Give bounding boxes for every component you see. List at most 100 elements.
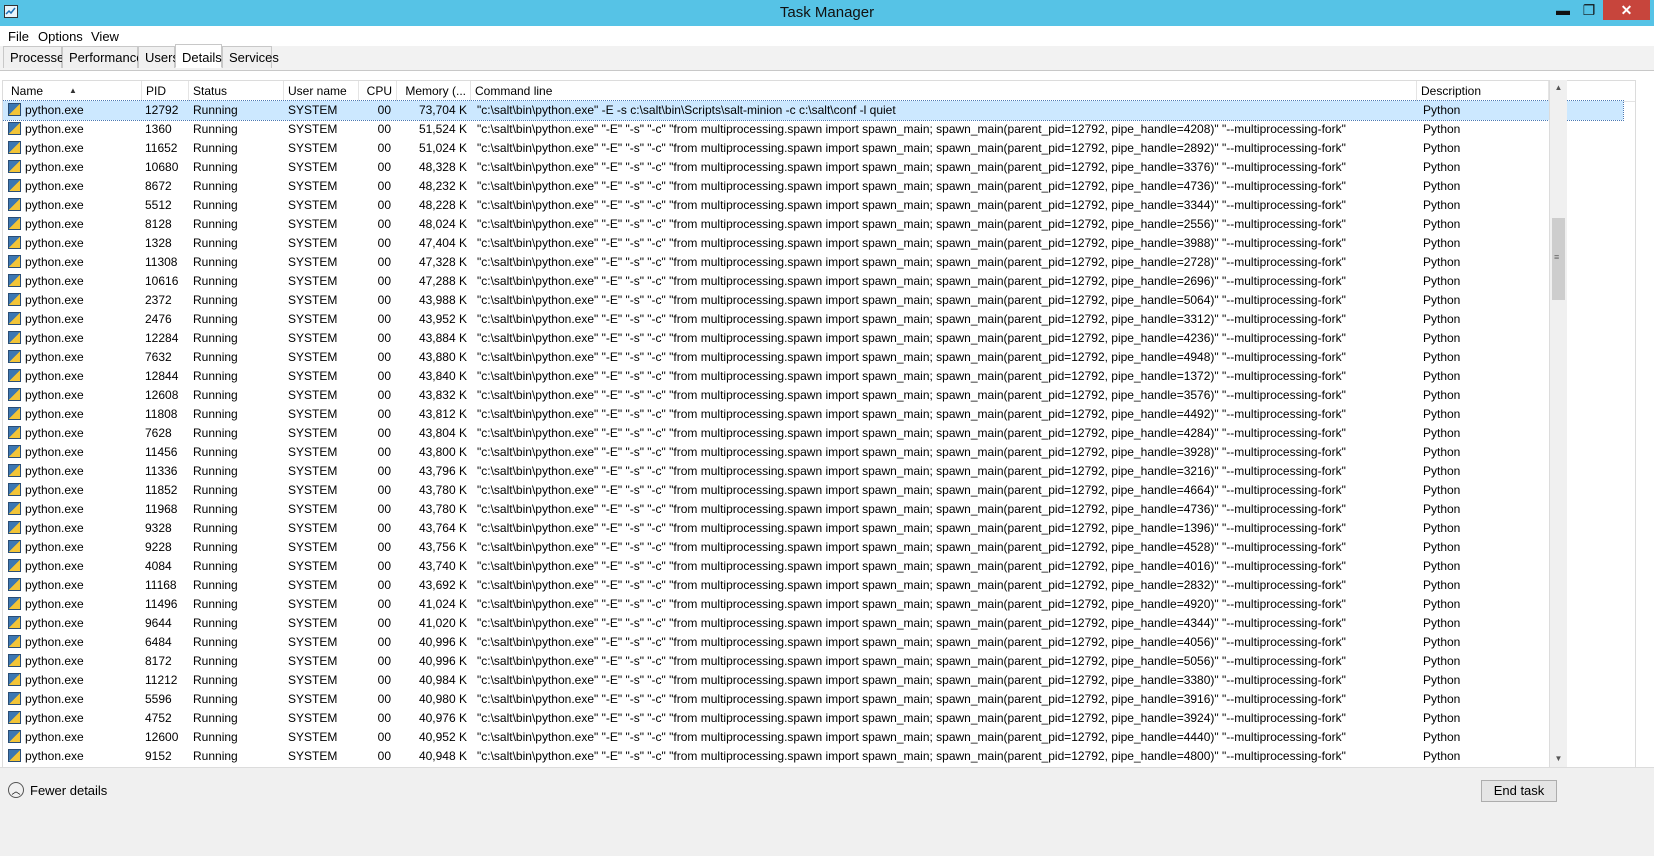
- table-row[interactable]: python.exe 11336 Running SYSTEM 00 43,796 K "c…: [3, 462, 1623, 481]
- scroll-up-icon[interactable]: ▲: [1550, 80, 1567, 96]
- restore-button[interactable]: ❐: [1576, 0, 1602, 20]
- cell-pid: 11456: [145, 445, 178, 459]
- column-header-command-line[interactable]: Command line: [471, 81, 1417, 101]
- cell-command-line: "c:\salt\bin\python.exe" "-E" "-s" "-c" …: [477, 616, 1346, 630]
- table-row[interactable]: python.exe 4752 Running SYSTEM 00 40,976 K "c:…: [3, 709, 1623, 728]
- python-process-icon: [8, 350, 21, 363]
- cell-command-line: "c:\salt\bin\python.exe" "-E" "-s" "-c" …: [477, 141, 1346, 155]
- table-row[interactable]: python.exe 1360 Running SYSTEM 00 51,524 K "c:…: [3, 120, 1623, 139]
- python-process-icon: [8, 464, 21, 477]
- cell-memory: 43,780 K: [418, 483, 467, 497]
- table-row[interactable]: python.exe 4084 Running SYSTEM 00 43,740 K "c:…: [3, 557, 1623, 576]
- close-button[interactable]: ✕: [1603, 0, 1650, 20]
- table-row[interactable]: python.exe 11808 Running SYSTEM 00 43,812 K "c…: [3, 405, 1623, 424]
- table-row[interactable]: python.exe 5512 Running SYSTEM 00 48,228 K "c:…: [3, 196, 1623, 215]
- end-task-button[interactable]: End task: [1481, 780, 1557, 802]
- table-row[interactable]: python.exe 9152 Running SYSTEM 00 40,948 K "c:…: [3, 747, 1623, 766]
- python-process-icon: [8, 141, 21, 154]
- table-row[interactable]: python.exe 11212 Running SYSTEM 00 40,984 K "c…: [3, 671, 1623, 690]
- table-row[interactable]: python.exe 12792 Running SYSTEM 00 73,704 K "c…: [3, 100, 1624, 121]
- table-row[interactable]: python.exe 2372 Running SYSTEM 00 43,988 K "c:…: [3, 291, 1623, 310]
- python-process-icon: [8, 236, 21, 249]
- tab-performance[interactable]: Performance: [62, 46, 143, 68]
- table-row[interactable]: python.exe 11456 Running SYSTEM 00 43,800 K "c…: [3, 443, 1623, 462]
- cell-description: Python: [1423, 578, 1461, 592]
- table-row[interactable]: python.exe 8128 Running SYSTEM 00 48,024 K "c:…: [3, 215, 1623, 234]
- table-row[interactable]: python.exe 11496 Running SYSTEM 00 41,024 K "c…: [3, 595, 1623, 614]
- column-header-status[interactable]: Status: [189, 81, 284, 101]
- cell-command-line: "c:\salt\bin\python.exe" "-E" "-s" "-c" …: [477, 654, 1346, 668]
- cell-description: Python: [1423, 255, 1461, 269]
- column-header-pid[interactable]: PID: [142, 81, 189, 101]
- cell-cpu: 00: [377, 331, 391, 345]
- python-process-icon: [8, 122, 21, 135]
- cell-name: python.exe: [25, 103, 84, 117]
- cell-command-line: "c:\salt\bin\python.exe" "-E" "-s" "-c" …: [477, 160, 1346, 174]
- cell-command-line: "c:\salt\bin\python.exe" "-E" "-s" "-c" …: [477, 369, 1346, 383]
- table-row[interactable]: python.exe 7628 Running SYSTEM 00 43,804 K "c:…: [3, 424, 1623, 443]
- table-row[interactable]: python.exe 12608 Running SYSTEM 00 43,832 K "c…: [3, 386, 1623, 405]
- table-row[interactable]: python.exe 12284 Running SYSTEM 00 43,884 K "c…: [3, 329, 1623, 348]
- python-process-icon: [8, 521, 21, 534]
- table-row[interactable]: python.exe 7632 Running SYSTEM 00 43,880 K "c:…: [3, 348, 1623, 367]
- table-row[interactable]: python.exe 2476 Running SYSTEM 00 43,952 K "c:…: [3, 310, 1623, 329]
- tab-users[interactable]: Users: [138, 46, 179, 68]
- table-row[interactable]: python.exe 11308 Running SYSTEM 00 47,328 K "c…: [3, 253, 1623, 272]
- cell-description: Python: [1423, 616, 1461, 630]
- table-row[interactable]: python.exe 5596 Running SYSTEM 00 40,980 K "c:…: [3, 690, 1623, 709]
- table-row[interactable]: python.exe 9328 Running SYSTEM 00 43,764 K "c:…: [3, 519, 1623, 538]
- cell-user-name: SYSTEM: [288, 236, 338, 250]
- cell-cpu: 00: [377, 445, 391, 459]
- cell-pid: 11212: [145, 673, 178, 687]
- column-header-cpu[interactable]: CPU: [359, 81, 397, 101]
- table-row[interactable]: python.exe 8672 Running SYSTEM 00 48,232 K "c:…: [3, 177, 1623, 196]
- table-row[interactable]: python.exe 11852 Running SYSTEM 00 43,780 K "c…: [3, 481, 1623, 500]
- cell-description: Python: [1423, 369, 1461, 383]
- table-row[interactable]: python.exe 8172 Running SYSTEM 00 40,996 K "c:…: [3, 652, 1623, 671]
- cell-cpu: 00: [377, 483, 391, 497]
- column-header-user[interactable]: User name: [284, 81, 359, 101]
- cell-cpu: 00: [377, 521, 391, 535]
- table-row[interactable]: python.exe 12844 Running SYSTEM 00 43,840 K "c…: [3, 367, 1623, 386]
- cell-name: python.exe: [25, 654, 84, 668]
- column-header-name[interactable]: Name ▲: [3, 81, 142, 101]
- menu-file[interactable]: File: [8, 29, 29, 44]
- table-row[interactable]: python.exe 11652 Running SYSTEM 00 51,024 K "c…: [3, 139, 1623, 158]
- cell-user-name: SYSTEM: [288, 483, 338, 497]
- cell-pid: 11168: [145, 578, 177, 592]
- table-row[interactable]: python.exe 1328 Running SYSTEM 00 47,404 K "c:…: [3, 234, 1623, 253]
- python-process-icon: [8, 673, 21, 686]
- cell-user-name: SYSTEM: [288, 711, 338, 725]
- table-row[interactable]: python.exe 10680 Running SYSTEM 00 48,328 K "c…: [3, 158, 1623, 177]
- tab-processes[interactable]: Processes: [3, 46, 71, 68]
- cell-status: Running: [193, 312, 238, 326]
- table-row[interactable]: python.exe 11968 Running SYSTEM 00 43,780 K "c…: [3, 500, 1623, 519]
- menu-options[interactable]: Options: [38, 29, 83, 44]
- table-row[interactable]: python.exe 9644 Running SYSTEM 00 41,020 K "c:…: [3, 614, 1623, 633]
- vertical-scrollbar[interactable]: ▲ ≡ ▼: [1549, 80, 1567, 767]
- scroll-down-icon[interactable]: ▼: [1550, 751, 1567, 767]
- cell-command-line: "c:\salt\bin\python.exe" "-E" "-s" "-c" …: [477, 179, 1346, 193]
- cell-name: python.exe: [25, 445, 84, 459]
- tab-details[interactable]: Details: [175, 44, 222, 68]
- table-row[interactable]: python.exe 10616 Running SYSTEM 00 47,288 K "c…: [3, 272, 1623, 291]
- table-row[interactable]: python.exe 9228 Running SYSTEM 00 43,756 K "c:…: [3, 538, 1623, 557]
- cell-command-line: "c:\salt\bin\python.exe" "-E" "-s" "-c" …: [477, 312, 1346, 326]
- tab-services[interactable]: Services: [222, 46, 279, 68]
- cell-description: Python: [1423, 654, 1461, 668]
- python-process-icon: [8, 331, 21, 344]
- menu-view[interactable]: View: [91, 29, 119, 44]
- cell-memory: 47,328 K: [418, 255, 467, 269]
- table-row[interactable]: python.exe 11168 Running SYSTEM 00 43,692 K "c…: [3, 576, 1623, 595]
- column-header-description[interactable]: Description: [1417, 81, 1549, 101]
- fewer-details-button[interactable]: ︿ Fewer details: [8, 782, 107, 798]
- column-header-memory[interactable]: Memory (...: [397, 81, 471, 101]
- cell-name: python.exe: [25, 578, 84, 592]
- table-row[interactable]: python.exe 6484 Running SYSTEM 00 40,996 K "c:…: [3, 633, 1623, 652]
- minimize-button[interactable]: ▬: [1550, 0, 1576, 20]
- cell-description: Python: [1423, 236, 1461, 250]
- cell-pid: 1360: [145, 122, 172, 136]
- cell-name: python.exe: [25, 483, 84, 497]
- cell-cpu: 00: [377, 426, 391, 440]
- table-row[interactable]: python.exe 12600 Running SYSTEM 00 40,952 K "c…: [3, 728, 1623, 747]
